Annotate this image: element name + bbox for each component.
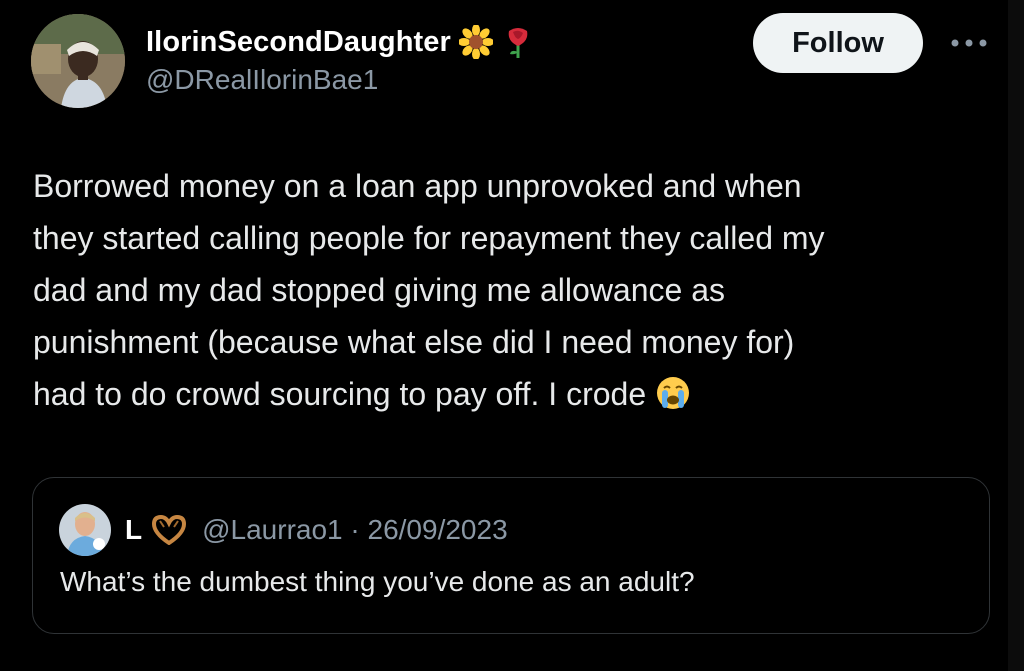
quote-header: L @Laurrao1 · 26/09/2023: [125, 510, 508, 550]
heart-hands-icon: [150, 514, 188, 546]
scrollbar-track[interactable]: [1008, 0, 1024, 671]
loudly-crying-face-icon: [655, 374, 691, 410]
more-options-button[interactable]: [946, 26, 992, 60]
tweet: IlorinSecondDaughter @DRealIlorinBae1 Fo…: [0, 0, 1024, 671]
sunflower-icon: [457, 24, 494, 60]
tweet-body: Borrowed money on a loan app unprovoked …: [33, 160, 998, 420]
avatar-photo: [31, 14, 125, 108]
quoted-tweet[interactable]: L @Laurrao1 · 26/09/2023 What’s the dumb…: [32, 477, 990, 634]
quote-author-name[interactable]: L: [125, 514, 142, 546]
author-avatar[interactable]: [31, 14, 125, 108]
author-display-name[interactable]: IlorinSecondDaughter: [146, 26, 451, 59]
avatar-photo: [59, 504, 111, 556]
author-info: IlorinSecondDaughter @DRealIlorinBae1: [146, 22, 535, 96]
author-handle[interactable]: @DRealIlorinBae1: [146, 64, 535, 96]
tweet-text: Borrowed money on a loan app unprovoked …: [33, 168, 825, 412]
follow-button[interactable]: Follow: [753, 13, 923, 73]
more-dots-icon: [951, 39, 987, 47]
quote-handle-date[interactable]: @Laurrao1 · 26/09/2023: [202, 514, 508, 546]
author-name-row: IlorinSecondDaughter: [146, 22, 535, 62]
rose-icon: [501, 25, 535, 59]
quote-author-avatar[interactable]: [59, 504, 111, 556]
quote-text: What’s the dumbest thing you’ve done as …: [60, 566, 695, 597]
